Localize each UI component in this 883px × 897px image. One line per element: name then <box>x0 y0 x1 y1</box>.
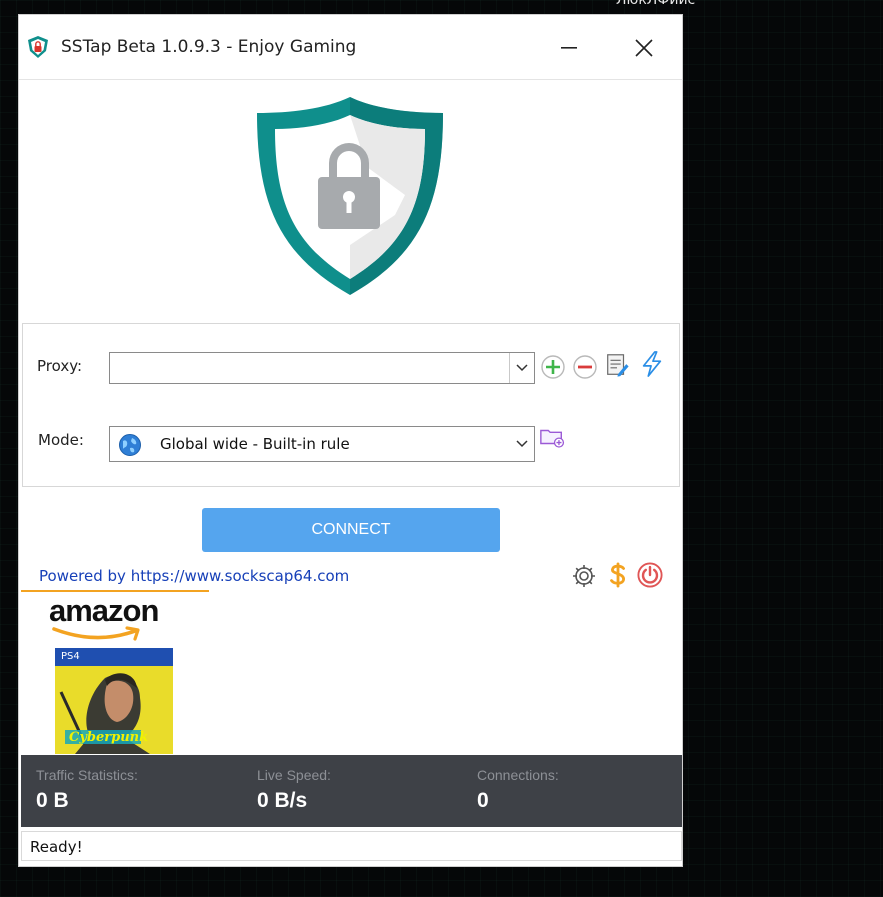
game-cover-ad[interactable]: PS4 Cyberpunk <box>55 648 173 754</box>
close-icon <box>635 39 653 57</box>
gear-icon[interactable] <box>571 563 597 589</box>
mode-select[interactable]: Global wide - Built-in rule <box>109 426 535 462</box>
amazon-logo[interactable]: amazon <box>49 593 181 641</box>
close-button[interactable] <box>624 31 664 65</box>
minimize-button[interactable] <box>549 31 589 65</box>
dollar-icon[interactable] <box>605 562 631 588</box>
shield-lock-icon <box>257 97 443 295</box>
proxy-select[interactable] <box>109 352 535 384</box>
settings-panel: Proxy: Mode: Global wide - Built-in rule <box>22 323 680 487</box>
edit-icon[interactable] <box>604 352 630 378</box>
speed-value: 0 B/s <box>257 789 308 812</box>
folder-add-icon[interactable] <box>539 424 565 450</box>
title-bar: SSTap Beta 1.0.9.3 - Enjoy Gaming <box>19 15 682 80</box>
connections-label: Connections: <box>477 767 559 783</box>
mode-dropdown-arrow[interactable] <box>510 427 534 461</box>
proxy-dropdown-arrow[interactable] <box>509 353 534 383</box>
powered-by-link[interactable]: Powered by https://www.sockscap64.com <box>39 567 349 585</box>
stats-bar: Traffic Statistics: 0 B Live Speed: 0 B/… <box>21 755 682 827</box>
lightning-icon[interactable] <box>639 351 665 377</box>
background-window-text: ЛюкЛФиис <box>616 0 696 8</box>
connect-button[interactable]: CONNECT <box>202 508 500 552</box>
powered-underline <box>21 590 209 592</box>
game-title: Cyberpunk <box>69 730 149 745</box>
traffic-stat: Traffic Statistics: 0 B <box>21 755 231 827</box>
globe-icon <box>119 434 141 456</box>
mode-label: Mode: <box>38 431 84 449</box>
chevron-down-icon <box>516 440 528 448</box>
amazon-smile-icon <box>52 626 140 641</box>
minimize-icon <box>561 47 577 49</box>
chevron-down-icon <box>516 364 528 372</box>
traffic-label: Traffic Statistics: <box>36 767 138 783</box>
proxy-label: Proxy: <box>37 357 83 375</box>
sstap-window: SSTap Beta 1.0.9.3 - Enjoy Gaming Proxy: <box>18 14 683 867</box>
power-icon[interactable] <box>637 562 663 588</box>
speed-stat: Live Speed: 0 B/s <box>242 755 452 827</box>
connections-stat: Connections: 0 <box>462 755 672 827</box>
connections-value: 0 <box>477 789 489 812</box>
remove-icon[interactable] <box>572 354 598 380</box>
speed-label: Live Speed: <box>257 767 331 783</box>
amazon-wordmark: amazon <box>49 593 159 628</box>
ps4-label: PS4 <box>61 651 80 662</box>
status-text: Ready! <box>30 838 83 856</box>
status-bar: Ready! <box>21 831 682 861</box>
traffic-value: 0 B <box>36 789 69 812</box>
add-icon[interactable] <box>540 354 566 380</box>
app-shield-icon <box>28 36 48 58</box>
mode-value: Global wide - Built-in rule <box>160 435 350 453</box>
window-title: SSTap Beta 1.0.9.3 - Enjoy Gaming <box>61 37 357 57</box>
